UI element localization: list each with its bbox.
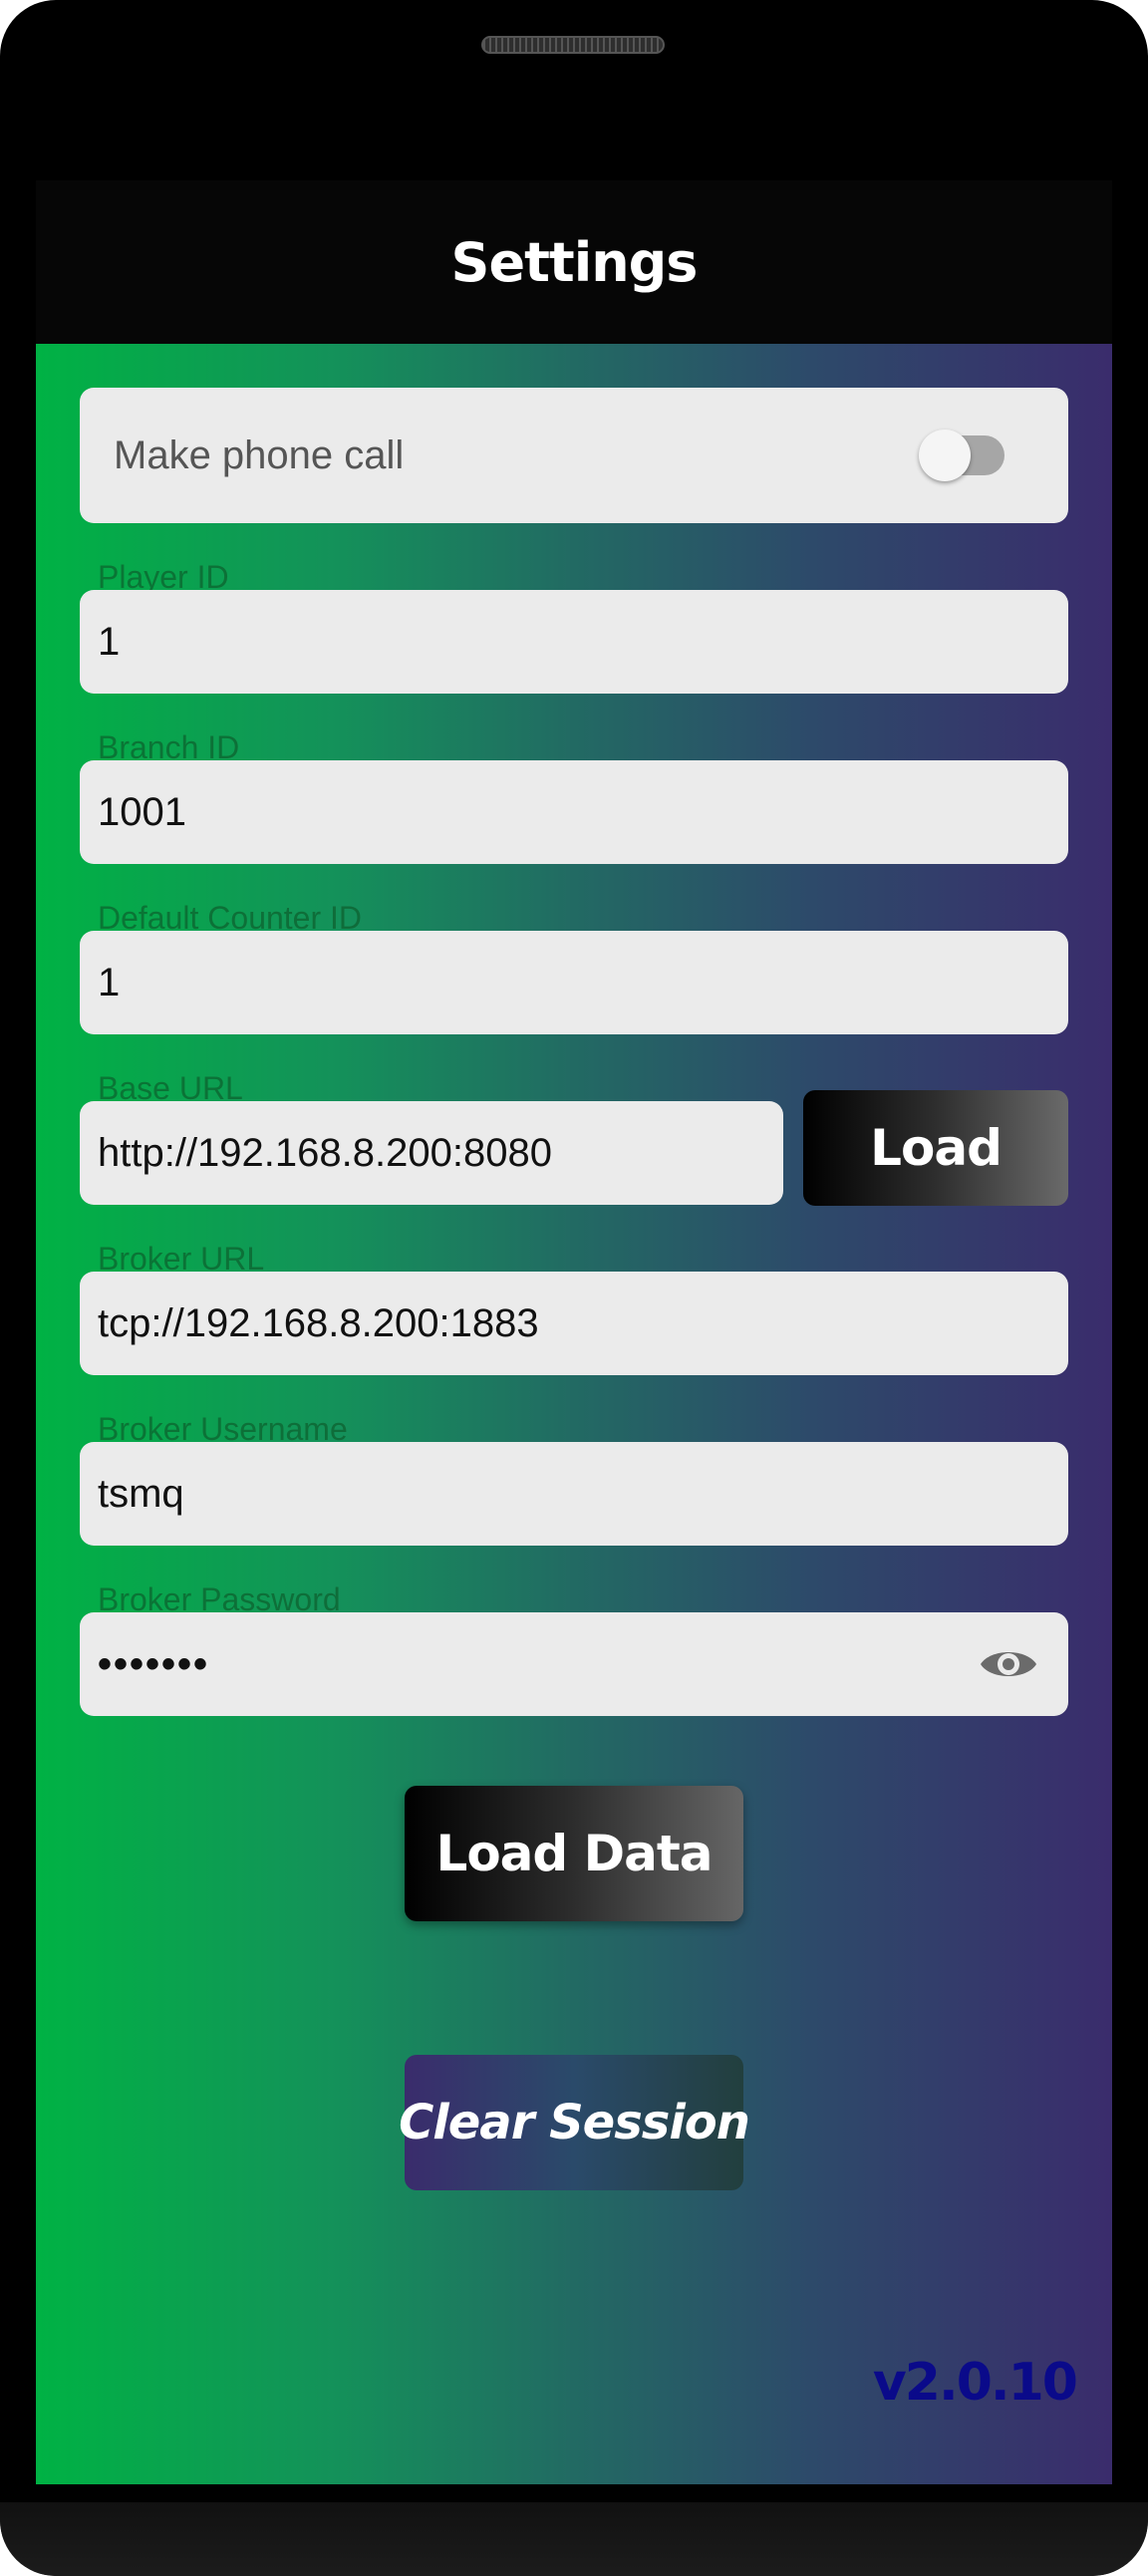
page-title: Settings bbox=[450, 230, 699, 294]
broker-password-field[interactable]: ••••••• bbox=[80, 1612, 1068, 1716]
base-url-field[interactable]: http://192.168.8.200:8080 bbox=[80, 1101, 783, 1205]
branch-id-field[interactable]: 1001 bbox=[80, 760, 1068, 864]
version-label: v2.0.10 bbox=[872, 2353, 1078, 2413]
load-button[interactable]: Load bbox=[803, 1090, 1068, 1206]
broker-url-value: tcp://192.168.8.200:1883 bbox=[98, 1300, 539, 1345]
broker-username-value: tsmq bbox=[98, 1471, 184, 1516]
eye-icon[interactable] bbox=[979, 1642, 1038, 1686]
default-counter-id-field[interactable]: 1 bbox=[80, 931, 1068, 1034]
speaker-grille bbox=[481, 36, 665, 54]
broker-username-field[interactable]: tsmq bbox=[80, 1442, 1068, 1546]
player-id-value: 1 bbox=[98, 619, 121, 664]
default-counter-id-value: 1 bbox=[98, 960, 121, 1004]
phone-frame: Settings Make phone call Player ID 1 Bra… bbox=[0, 0, 1148, 2576]
load-data-button[interactable]: Load Data bbox=[405, 1786, 743, 1921]
broker-url-field[interactable]: tcp://192.168.8.200:1883 bbox=[80, 1272, 1068, 1375]
player-id-field[interactable]: 1 bbox=[80, 590, 1068, 694]
make-phone-call-row[interactable]: Make phone call bbox=[80, 388, 1068, 523]
app-screen: Settings Make phone call Player ID 1 Bra… bbox=[36, 180, 1112, 2484]
settings-content: Make phone call Player ID 1 Branch ID 10… bbox=[36, 344, 1112, 2484]
branch-id-value: 1001 bbox=[98, 789, 186, 834]
switch-knob bbox=[919, 429, 971, 481]
base-url-value: http://192.168.8.200:8080 bbox=[98, 1130, 552, 1175]
make-phone-call-label: Make phone call bbox=[114, 432, 405, 477]
app-bar: Settings bbox=[36, 180, 1112, 344]
broker-password-value: ••••••• bbox=[98, 1641, 210, 1686]
make-phone-call-switch[interactable] bbox=[919, 429, 1004, 481]
clear-session-button[interactable]: Clear Session bbox=[399, 2055, 750, 2190]
